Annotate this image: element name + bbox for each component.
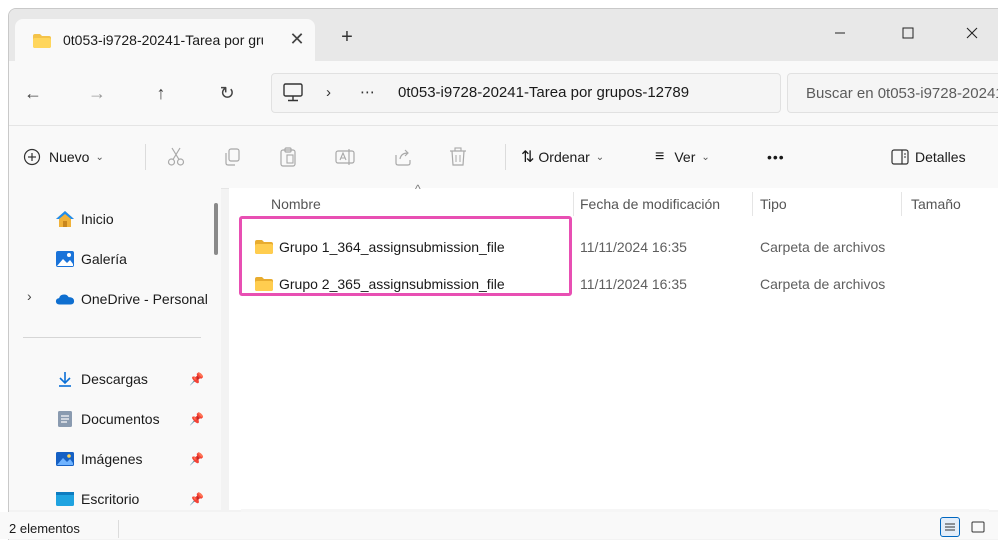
file-modified: 11/11/2024 16:35 [580,239,687,255]
new-button[interactable]: Nuevo ⌄ [23,126,104,188]
download-icon [55,370,75,388]
new-label: Nuevo [49,149,90,165]
share-button[interactable] [393,126,413,188]
sort-icon: ⇅ [521,149,535,166]
command-bar: Nuevo ⌄ ⇅ Ordenar ⌄ ≡ Ver ⌄ ••• Detalles [9,125,998,189]
trash-icon [450,147,466,166]
copy-button[interactable] [223,126,241,188]
close-window-button[interactable] [949,15,995,51]
tab-close-icon[interactable]: ✕ [285,29,309,50]
view-button[interactable]: ≡ Ver ⌄ [655,126,710,188]
scissors-icon [167,147,185,166]
search-box[interactable] [787,73,998,113]
sidebar-scrollbar[interactable] [214,203,218,255]
chevron-down-icon: ⌄ [701,151,710,163]
sidebar-item-label: Documentos [81,411,160,427]
navigation-pane: Inicio Galería › OneDrive - Personal Des… [9,188,221,510]
view-label: Ver [674,149,696,165]
minimize-button[interactable] [817,15,863,51]
navigation-bar: ← → ↑ ↻ › ⋯ 0t053-i9728-20241-Tarea por … [9,61,998,125]
rename-button[interactable] [335,126,355,188]
details-pane-button[interactable]: Detalles [891,126,966,188]
home-icon [55,210,75,228]
pictures-icon [55,450,75,468]
title-bar: 0t053-i9728-20241-Tarea por grupos-12789… [9,9,998,61]
onedrive-icon [55,290,75,308]
sidebar-item-label: Escritorio [81,491,140,507]
copy-icon [225,148,240,166]
item-count: 2 elementos [9,521,80,536]
details-label: Detalles [915,149,966,165]
folder-icon [33,34,51,51]
tiles-view-icon [971,521,985,533]
up-button[interactable]: ↑ [149,83,173,103]
tab-current-folder[interactable]: 0t053-i9728-20241-Tarea por grupos-12789… [15,19,315,61]
pin-icon[interactable]: 📌 [189,452,204,466]
file-modified: 11/11/2024 16:35 [580,276,687,292]
details-view-icon [945,523,955,531]
refresh-button[interactable]: ↻ [215,83,239,103]
breadcrumb-current-folder[interactable]: 0t053-i9728-20241-Tarea por grupos-12789 [398,84,689,101]
sidebar-item-label: Imágenes [81,451,143,467]
column-header-modified[interactable]: Fecha de modificación [580,188,720,220]
sort-label: Ordenar [538,149,590,165]
share-icon [395,149,411,166]
breadcrumb-more[interactable]: ⋯ [360,83,376,101]
desktop-icon [55,490,75,508]
sort-ascending-icon: ^ [415,182,421,196]
column-header-size[interactable]: Tamaño [911,188,961,220]
column-divider[interactable] [573,192,574,216]
new-tab-button[interactable]: + [335,27,359,47]
search-input[interactable] [788,74,998,112]
forward-button[interactable]: → [85,83,109,103]
sidebar-item-label: OneDrive - Personal [81,291,208,307]
toolbar-divider [145,144,146,170]
file-type: Carpeta de archivos [760,239,886,255]
sort-button[interactable]: ⇅ Ordenar ⌄ [521,126,604,188]
breadcrumb-separator[interactable]: › [326,84,331,101]
documents-icon [55,410,75,428]
address-bar[interactable]: › ⋯ 0t053-i9728-20241-Tarea por grupos-1… [271,73,781,113]
chevron-down-icon: ⌄ [595,151,605,163]
pin-icon[interactable]: 📌 [189,372,204,386]
close-icon [966,27,978,39]
pin-icon[interactable]: 📌 [189,412,204,426]
tiles-view-button[interactable] [968,517,988,537]
minimize-icon [835,32,845,34]
highlight-box [239,216,572,296]
list-view-icon: ≡ [655,148,665,165]
gallery-icon [55,250,75,268]
sidebar-item-onedrive[interactable]: OneDrive - Personal [55,282,215,316]
cut-button[interactable] [167,126,185,188]
sidebar-item-label: Descargas [81,371,148,387]
tab-title: 0t053-i9728-20241-Tarea por grupos-12789 [63,32,263,48]
column-divider[interactable] [901,192,902,216]
more-options-button[interactable]: ••• [767,126,785,188]
file-type: Carpeta de archivos [760,276,886,292]
column-divider[interactable] [752,192,753,216]
back-button[interactable]: ← [21,83,45,103]
computer-icon [282,83,304,106]
sidebar-item-label: Inicio [81,211,114,227]
details-view-button[interactable] [940,517,960,537]
toolbar-divider [505,144,506,170]
column-header-type[interactable]: Tipo [760,188,787,220]
maximize-icon [902,27,914,39]
delete-button[interactable] [449,126,467,188]
sidebar-item-label: Galería [81,251,127,267]
paste-icon [280,147,296,167]
plus-circle-icon [23,148,41,166]
chevron-down-icon: ⌄ [95,151,104,163]
status-bar: 2 elementos [0,512,998,539]
status-divider [118,520,119,538]
sidebar-divider [23,337,201,338]
pin-icon[interactable]: 📌 [189,492,204,506]
maximize-button[interactable] [885,15,931,51]
expand-chevron-icon[interactable]: › [27,288,32,304]
rename-icon [335,149,355,165]
details-pane-icon [891,149,909,165]
paste-button[interactable] [279,126,297,188]
